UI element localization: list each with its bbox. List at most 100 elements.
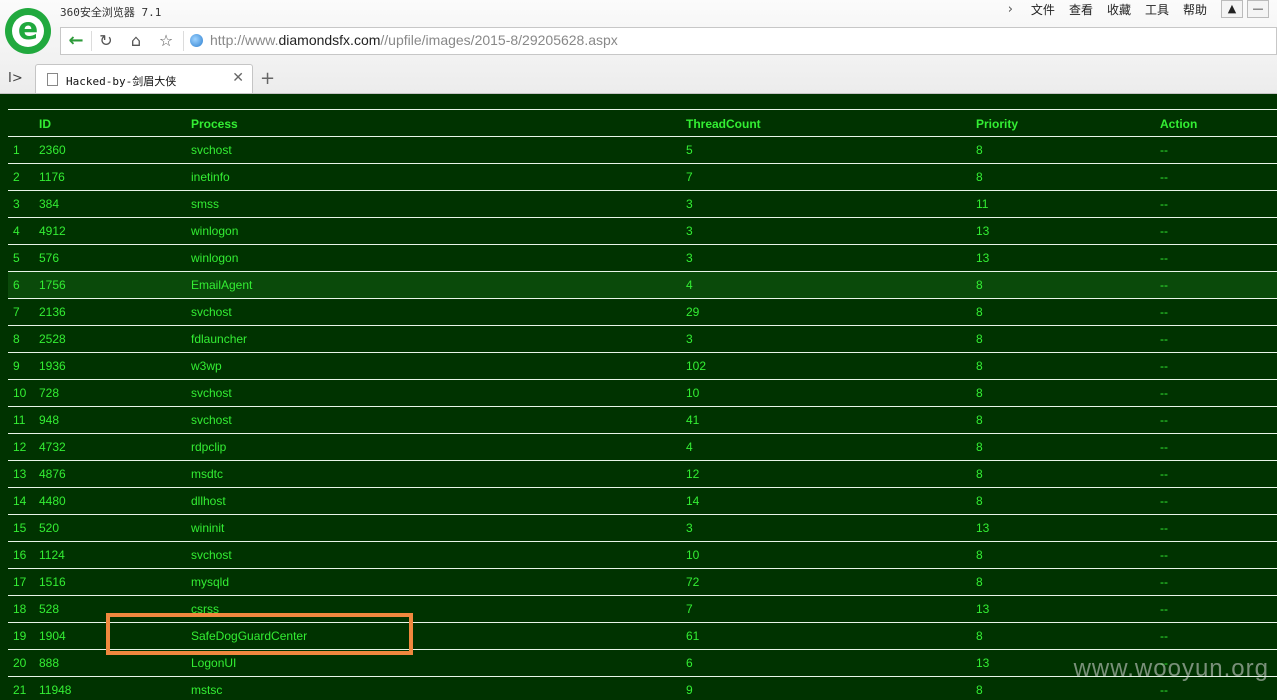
table-row: 15 520 wininit 3 13 -- <box>8 514 1277 542</box>
more-icon[interactable]: — <box>1247 0 1269 18</box>
action[interactable]: -- <box>1160 514 1277 542</box>
row-index: 15 <box>8 514 39 542</box>
process-name: wininit <box>191 514 686 542</box>
action[interactable]: -- <box>1160 568 1277 596</box>
action[interactable]: -- <box>1160 244 1277 272</box>
tab-bar: I> Hacked-by-剑眉大侠 ✕ + <box>0 62 1277 94</box>
row-index: 1 <box>8 136 39 164</box>
page-content: ID Process ThreadCount Priority Action 1… <box>0 94 1277 700</box>
browser-logo-icon: e <box>5 8 51 54</box>
process-id: 1756 <box>39 271 191 299</box>
row-index: 3 <box>8 190 39 218</box>
process-id: 1176 <box>39 163 191 191</box>
process-name: msdtc <box>191 460 686 488</box>
action[interactable]: -- <box>1160 217 1277 245</box>
divider <box>91 31 92 51</box>
action[interactable]: -- <box>1160 487 1277 515</box>
process-name: w3wp <box>191 352 686 380</box>
action[interactable]: -- <box>1160 163 1277 191</box>
thread-count: 7 <box>686 595 976 623</box>
priority: 8 <box>976 136 1160 164</box>
action[interactable]: -- <box>1160 352 1277 380</box>
process-name: fdlauncher <box>191 325 686 353</box>
process-id: 2360 <box>39 136 191 164</box>
process-id: 384 <box>39 190 191 218</box>
process-id: 1516 <box>39 568 191 596</box>
table-row: 5 576 winlogon 3 13 -- <box>8 244 1277 272</box>
back-arrow-icon[interactable]: ← <box>63 30 89 52</box>
header-priority: Priority <box>976 109 1160 137</box>
row-index: 13 <box>8 460 39 488</box>
action[interactable]: -- <box>1160 433 1277 461</box>
table-row: 3 384 smss 3 11 -- <box>8 190 1277 218</box>
table-row: 8 2528 fdlauncher 3 8 -- <box>8 325 1277 353</box>
header-index <box>8 109 39 137</box>
new-tab-plus-icon[interactable]: + <box>260 68 275 89</box>
shirt-icon[interactable]: ▲ <box>1221 0 1243 18</box>
home-icon[interactable]: ⌂ <box>123 30 149 52</box>
star-icon[interactable]: ☆ <box>153 30 179 52</box>
action[interactable]: -- <box>1160 271 1277 299</box>
action[interactable]: -- <box>1160 298 1277 326</box>
close-icon[interactable]: ✕ <box>232 70 244 86</box>
globe-icon <box>190 34 203 47</box>
action[interactable]: -- <box>1160 325 1277 353</box>
action[interactable]: -- <box>1160 595 1277 623</box>
thread-count: 3 <box>686 244 976 272</box>
process-name: dllhost <box>191 487 686 515</box>
process-id: 1936 <box>39 352 191 380</box>
thread-count: 4 <box>686 433 976 461</box>
menu-tools[interactable]: 工具 <box>1145 1 1169 18</box>
row-index: 16 <box>8 541 39 569</box>
action[interactable]: -- <box>1160 460 1277 488</box>
process-id: 4732 <box>39 433 191 461</box>
process-id: 948 <box>39 406 191 434</box>
row-index: 18 <box>8 595 39 623</box>
tab-active[interactable]: Hacked-by-剑眉大侠 ✕ <box>35 64 253 94</box>
thread-count: 7 <box>686 163 976 191</box>
process-id: 2136 <box>39 298 191 326</box>
watermark: www.wooyun.org <box>1073 655 1269 682</box>
row-index: 12 <box>8 433 39 461</box>
thread-count: 9 <box>686 676 976 700</box>
action[interactable]: -- <box>1160 622 1277 650</box>
menu-view[interactable]: 查看 <box>1069 1 1093 18</box>
table-row: 11 948 svchost 41 8 -- <box>8 406 1277 434</box>
priority: 8 <box>976 406 1160 434</box>
process-name: svchost <box>191 298 686 326</box>
table-row: 9 1936 w3wp 102 8 -- <box>8 352 1277 380</box>
priority: 8 <box>976 460 1160 488</box>
priority: 13 <box>976 244 1160 272</box>
process-name: svchost <box>191 406 686 434</box>
action[interactable]: -- <box>1160 190 1277 218</box>
table-row: 12 4732 rdpclip 4 8 -- <box>8 433 1277 461</box>
thread-count: 10 <box>686 541 976 569</box>
row-index: 8 <box>8 325 39 353</box>
header-process: Process <box>191 109 686 137</box>
action[interactable]: -- <box>1160 541 1277 569</box>
priority: 8 <box>976 325 1160 353</box>
document-icon <box>47 73 58 86</box>
thread-count: 3 <box>686 190 976 218</box>
url-path: //upfile/images/2015-8/29205628.aspx <box>380 32 618 48</box>
annotation-highlight-box <box>106 613 413 655</box>
row-index: 4 <box>8 217 39 245</box>
priority: 8 <box>976 379 1160 407</box>
menu-file[interactable]: 文件 <box>1031 1 1055 18</box>
chevron-right-icon[interactable]: › <box>1008 2 1013 17</box>
menu-favorites[interactable]: 收藏 <box>1107 1 1131 18</box>
refresh-icon[interactable]: ↻ <box>93 30 119 52</box>
action[interactable]: -- <box>1160 379 1277 407</box>
thread-count: 12 <box>686 460 976 488</box>
sidebar-toggle-icon[interactable]: I> <box>8 71 23 86</box>
process-name: inetinfo <box>191 163 686 191</box>
thread-count: 41 <box>686 406 976 434</box>
process-name: mysqld <box>191 568 686 596</box>
row-index: 6 <box>8 271 39 299</box>
url-field[interactable]: http://www.diamondsfx.com//upfile/images… <box>210 32 618 48</box>
action[interactable]: -- <box>1160 406 1277 434</box>
thread-count: 29 <box>686 298 976 326</box>
row-index: 14 <box>8 487 39 515</box>
action[interactable]: -- <box>1160 136 1277 164</box>
menu-help[interactable]: 帮助 <box>1183 1 1207 18</box>
